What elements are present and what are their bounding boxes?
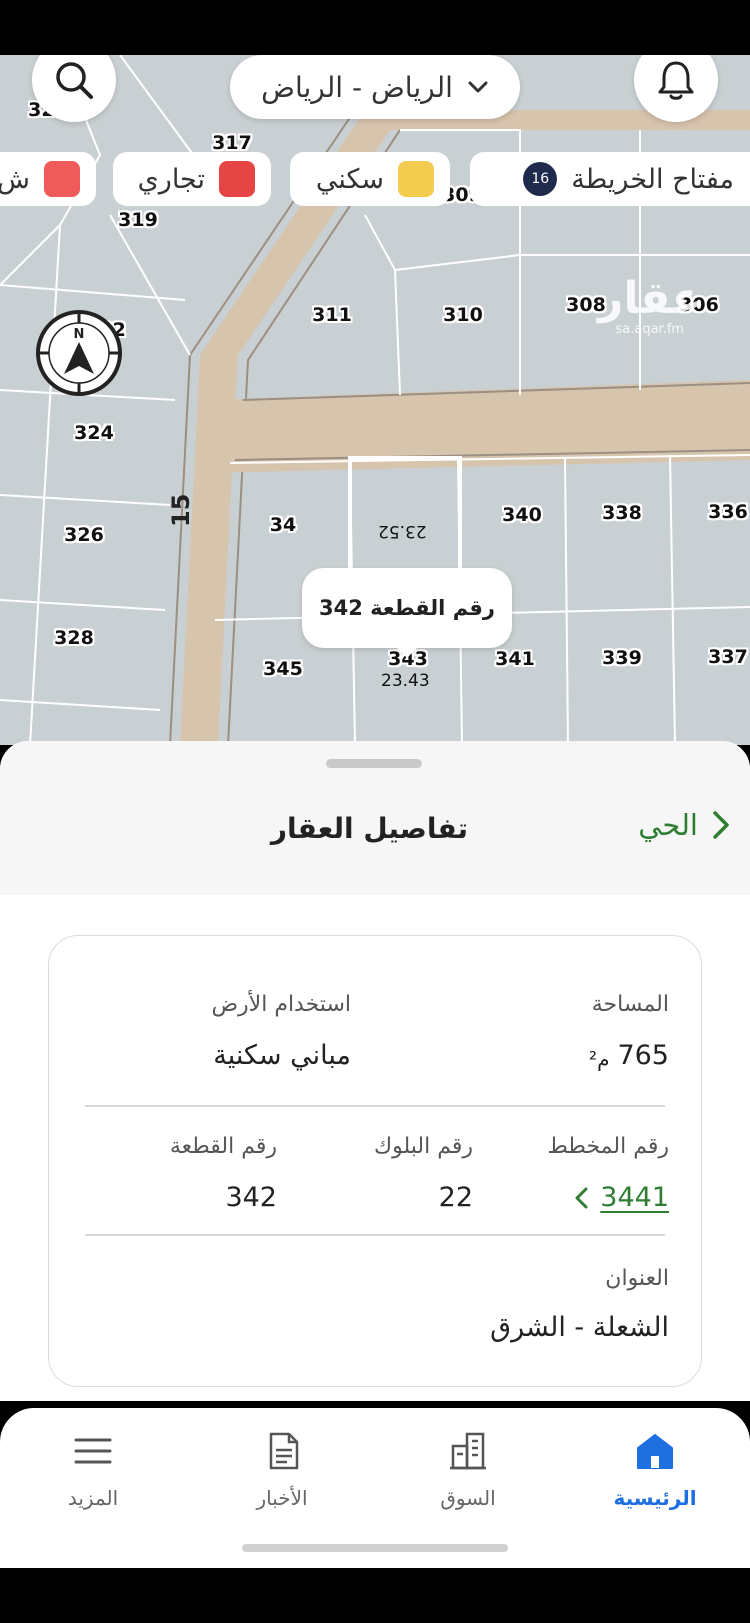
area-unit: م² — [589, 1047, 610, 1071]
chevron-left-icon — [575, 1187, 588, 1208]
brand-watermark: عقار sa.aqar.fm — [598, 277, 702, 337]
map-key-label: مفتاح الخريطة — [571, 163, 734, 195]
plot-number-345[interactable]: 345 — [263, 658, 303, 680]
app-screen: 320 317 319 322 324 326 328 345 343 341 … — [0, 0, 750, 1623]
bell-icon — [658, 61, 694, 100]
city-label: الرياض - الرياض — [261, 70, 453, 104]
land-use-label: استخدام الأرض — [211, 992, 351, 1017]
commercial-color-swatch — [219, 161, 255, 197]
plot-number-label: رقم القطعة — [169, 1134, 277, 1159]
menu-icon — [74, 1438, 112, 1464]
plan-number-link[interactable]: 3441 — [574, 1182, 669, 1213]
watermark-brand: عقار — [598, 273, 702, 324]
property-details-sheet: تفاصيل العقار الحي المساحة م² 765 استخدا… — [0, 741, 750, 1401]
tab-more[interactable]: المزيد — [18, 1430, 168, 1510]
news-icon — [269, 1432, 299, 1470]
map-key-chip[interactable]: مفتاح الخريطة 16 — [470, 152, 750, 206]
watermark-site: sa.aqar.fm — [615, 322, 685, 337]
search-icon — [56, 62, 93, 99]
home-indicator — [242, 1544, 508, 1552]
block-number-value: 22 — [438, 1182, 473, 1213]
plot-number-339[interactable]: 339 — [602, 647, 642, 669]
legend-chip-other-label: ش — [0, 163, 30, 195]
property-details-card: المساحة م² 765 استخدام الأرض مباني سكنية… — [48, 935, 702, 1387]
area-field: م² 765 — [589, 1040, 669, 1071]
chevron-down-icon — [468, 81, 488, 93]
plan-number-label: رقم المخطط — [547, 1134, 669, 1159]
dimension-bottom-label: 23.43 — [381, 671, 430, 691]
map-key-count-badge: 16 — [523, 162, 558, 196]
plot-number-value: 342 — [225, 1182, 277, 1213]
area-label: المساحة — [591, 992, 669, 1017]
divider — [85, 1234, 665, 1236]
tab-more-label: المزيد — [67, 1486, 119, 1510]
selected-plot-callout[interactable]: رقم القطعة 342 — [302, 568, 512, 658]
plot-number-336[interactable]: 336 — [708, 501, 748, 523]
legend-chip-commercial[interactable]: تجاري — [113, 152, 271, 206]
drag-handle[interactable] — [326, 759, 422, 768]
plot-number-337[interactable]: 337 — [708, 646, 748, 668]
tab-market-label: السوق — [440, 1486, 496, 1510]
sheet-header: تفاصيل العقار الحي — [0, 741, 750, 895]
plot-number-319[interactable]: 319 — [118, 209, 158, 231]
tab-home[interactable]: الرئيسية — [580, 1430, 730, 1510]
tab-news-label: الأخبار — [256, 1486, 308, 1510]
legend-chip-commercial-label: تجاري — [137, 163, 205, 195]
buildings-icon — [450, 1432, 486, 1470]
legend-chip-other[interactable]: ش — [0, 152, 96, 206]
address-label: العنوان — [605, 1266, 669, 1291]
block-number-label: رقم البلوك — [373, 1134, 473, 1159]
dimension-top-label: 23.52 — [378, 521, 427, 541]
selected-plot-callout-text: رقم القطعة 342 — [318, 596, 496, 620]
tab-market[interactable]: السوق — [393, 1430, 543, 1510]
city-selector[interactable]: الرياض - الرياض — [230, 55, 520, 119]
sheet-title: تفاصيل العقار — [270, 812, 468, 845]
legend-chip-residential-label: سكني — [315, 163, 384, 195]
plot-number-338[interactable]: 338 — [602, 502, 642, 524]
plot-number-310[interactable]: 310 — [443, 304, 483, 326]
residential-color-swatch — [398, 161, 434, 197]
plot-number-324[interactable]: 324 — [74, 422, 114, 444]
tab-home-label: الرئيسية — [613, 1486, 697, 1510]
plot-number-326[interactable]: 326 — [64, 524, 104, 546]
street-label: 15 — [167, 493, 195, 527]
divider — [85, 1105, 665, 1107]
plot-number-317[interactable]: 317 — [212, 132, 252, 154]
tab-news[interactable]: الأخبار — [207, 1430, 357, 1510]
other-color-swatch — [44, 161, 80, 197]
address-value: الشعلة - الشرق — [490, 1312, 669, 1343]
plot-number-341[interactable]: 341 — [495, 648, 535, 670]
compass-icon[interactable]: N — [34, 308, 124, 398]
chevron-right-icon — [713, 811, 729, 839]
plot-number-311[interactable]: 311 — [312, 304, 352, 326]
plot-number-340[interactable]: 340 — [502, 504, 542, 526]
plot-number-328[interactable]: 328 — [54, 627, 94, 649]
svg-text:N: N — [74, 327, 85, 342]
bottom-tab-bar: الرئيسية السوق الأخبار المزيد — [0, 1408, 750, 1568]
legend-chip-residential[interactable]: سكني — [290, 152, 450, 206]
area-value: 765 — [617, 1040, 669, 1071]
district-link[interactable]: الحي — [638, 808, 730, 842]
status-bar — [0, 0, 750, 55]
land-use-value: مباني سكنية — [213, 1040, 351, 1071]
home-icon — [637, 1434, 673, 1469]
district-link-label: الحي — [638, 808, 698, 842]
plot-number-344[interactable]: 34 — [270, 514, 296, 536]
bottom-black-bar — [0, 1568, 750, 1623]
plan-number-value: 3441 — [600, 1182, 669, 1213]
